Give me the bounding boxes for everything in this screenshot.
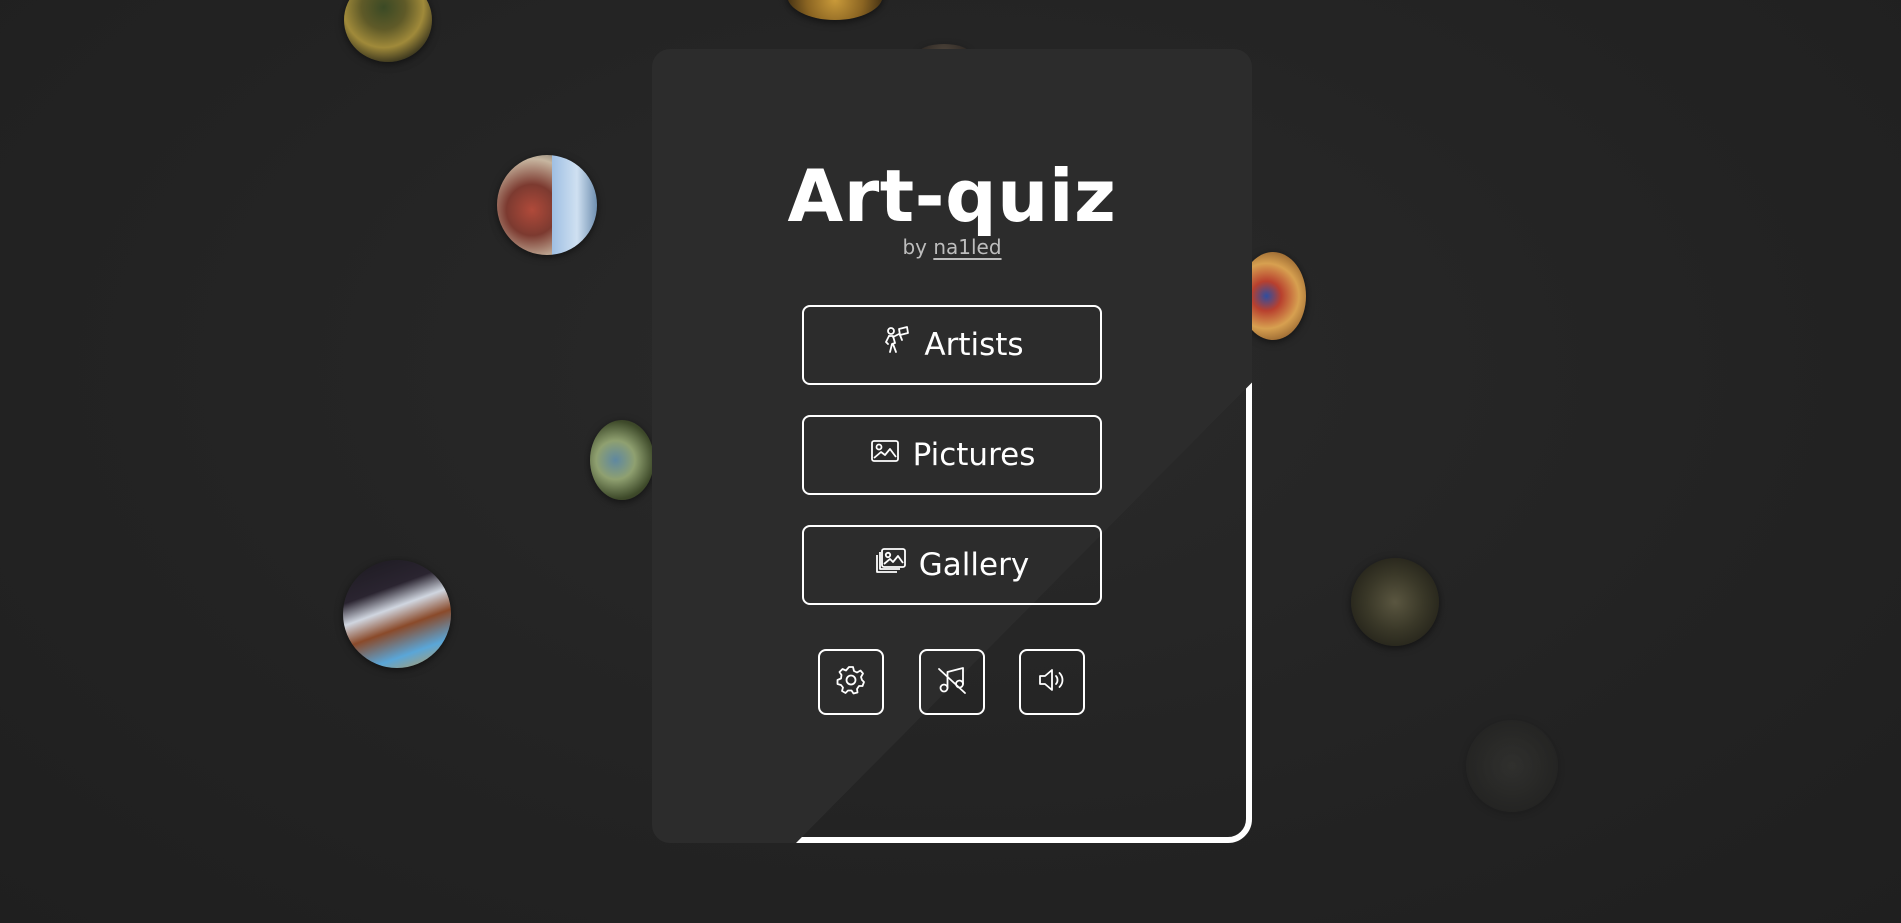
gallery-label: Gallery	[918, 547, 1030, 583]
painting-thumbnail	[1351, 558, 1439, 646]
painting-thumbnail	[787, 0, 883, 20]
pictures-label: Pictures	[912, 437, 1036, 473]
artists-label: Artists	[924, 327, 1024, 363]
sound-toggle-button[interactable]	[1019, 649, 1085, 715]
byline-prefix: by	[902, 235, 927, 259]
painting-thumbnail	[1466, 720, 1558, 812]
painting-thumbnail	[590, 420, 654, 500]
app-title: Art-quiz	[787, 154, 1117, 238]
gallery-button[interactable]: Gallery	[802, 525, 1102, 605]
painting-thumbnail	[497, 155, 597, 255]
artists-button[interactable]: Artists	[802, 305, 1102, 385]
app-stage: Art-quiz by na1led Artists Pictures Gall…	[0, 0, 1901, 923]
pictures-button[interactable]: Pictures	[802, 415, 1102, 495]
settings-button[interactable]	[818, 649, 884, 715]
byline: by na1led	[652, 235, 1252, 259]
artist-icon	[880, 325, 912, 365]
music-toggle-button[interactable]	[919, 649, 985, 715]
gear-icon	[835, 664, 867, 700]
gallery-icon	[875, 545, 907, 585]
author-link[interactable]: na1led	[933, 235, 1001, 259]
main-menu-card: Art-quiz by na1led Artists Pictures Gall…	[652, 49, 1252, 843]
picture-icon	[869, 435, 901, 475]
painting-thumbnail	[343, 560, 451, 668]
painting-thumbnail	[344, 0, 432, 62]
music-off-icon	[936, 664, 968, 700]
volume-icon	[1036, 664, 1068, 700]
